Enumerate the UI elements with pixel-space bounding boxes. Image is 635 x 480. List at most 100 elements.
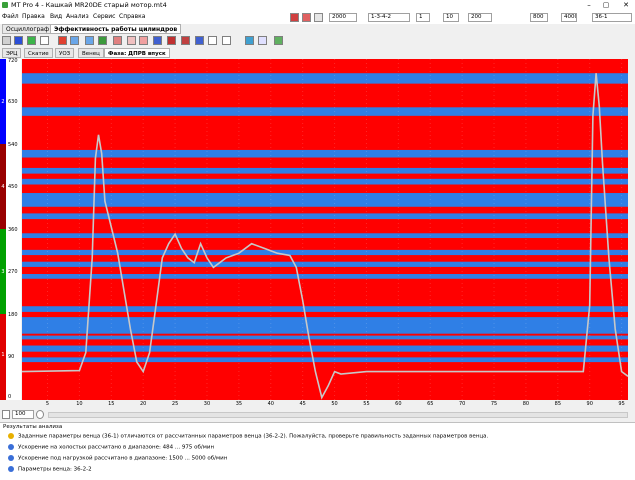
menu-file[interactable]: Файл (2, 13, 19, 20)
x-tick: 50 (331, 401, 338, 407)
zoom-out-tool-icon[interactable] (258, 36, 267, 45)
subtab-phase[interactable]: Фаза: ДПРВ впуск (104, 48, 170, 58)
cylinder-label-4: 4 (1, 184, 5, 190)
x-tick: 40 (267, 401, 274, 407)
cylinder-label-3: 3 (1, 269, 5, 275)
zoom-fit-icon[interactable] (2, 410, 10, 419)
tab-oscilloscope[interactable]: Осциллограф (2, 24, 54, 34)
subtab-ignition[interactable]: УОЗ (55, 48, 75, 58)
sub-tabs: ЭРЦ Скатие УОЗ Венец Фаза: ДПРВ впуск (0, 48, 635, 58)
view-tool-icon[interactable] (195, 36, 204, 45)
y-tick: 90 (8, 354, 15, 360)
x-tick: 55 (363, 401, 370, 407)
band (22, 306, 628, 312)
zoom-input[interactable]: 100 (12, 410, 34, 419)
value-select-1[interactable]: 1 (416, 13, 430, 22)
band (22, 213, 628, 220)
minimize-button[interactable]: – (583, 0, 595, 10)
phase-chart[interactable] (22, 59, 628, 400)
x-tick: 20 (140, 401, 147, 407)
record-icon[interactable] (290, 13, 299, 22)
stop-icon[interactable] (302, 13, 311, 22)
menu-service[interactable]: Сервис (93, 13, 115, 20)
pointer-tool-icon[interactable] (2, 36, 11, 45)
firing-order-select[interactable]: 1-3-4-2 (368, 13, 410, 22)
info-icon (8, 455, 14, 461)
results-panel: Результаты анализа Заданные параметры ве… (0, 422, 635, 480)
maximize-button[interactable]: ▢ (600, 0, 612, 10)
tab-cylinder-efficiency[interactable]: Эффективность работы цилиндров (50, 24, 182, 34)
x-tick: 85 (554, 401, 562, 407)
a-tool-icon[interactable] (27, 36, 36, 45)
info-icon (8, 444, 14, 450)
menu-view[interactable]: Вид (50, 13, 62, 20)
x-tick: 80 (522, 401, 530, 407)
cursor-tool-icon[interactable] (113, 36, 122, 45)
align-tool-icon[interactable] (85, 36, 94, 45)
grid-tool-icon[interactable] (70, 36, 79, 45)
band (22, 178, 628, 185)
band (22, 73, 628, 84)
main-tabs: Осциллограф Эффективность работы цилиндр… (0, 24, 635, 34)
measure-tool-icon[interactable] (139, 36, 148, 45)
bars2-tool-icon[interactable] (181, 36, 190, 45)
rpm-select[interactable]: 2000 (329, 13, 357, 22)
x-tick: 70 (458, 401, 466, 407)
band (22, 357, 628, 363)
x-tick: 45 (299, 401, 306, 407)
value-select-2[interactable]: 10 (443, 13, 459, 22)
y-tick: 180 (8, 312, 18, 318)
bars-tool-icon[interactable] (167, 36, 176, 45)
window-title: MT Pro 4 - Кашкай MR20DE старый мотор.mt… (11, 1, 167, 9)
export-tool-icon[interactable] (274, 36, 283, 45)
bold-tool-icon[interactable] (40, 36, 49, 45)
x-tick: 30 (203, 401, 211, 407)
window-tool-icon[interactable] (208, 36, 217, 45)
band (22, 107, 628, 116)
band (22, 193, 628, 207)
chart-tool-icon[interactable] (98, 36, 107, 45)
y-tick: 270 (8, 269, 18, 275)
zoom-add-icon[interactable] (36, 410, 44, 419)
x-tick: 95 (618, 401, 625, 407)
band (22, 167, 628, 174)
y-tick: 360 (8, 227, 18, 233)
value-select-3[interactable]: 200 (468, 13, 492, 22)
value-select-5[interactable]: 4000 (561, 13, 577, 22)
result-message: Ускорение на холостых рассчитано в диапа… (8, 444, 214, 451)
band (22, 317, 628, 334)
subtab-wheel[interactable]: Венец (78, 48, 104, 58)
close-button[interactable]: ✕ (620, 0, 632, 10)
x-tick: 60 (395, 401, 402, 407)
result-message: Параметры венца: 36-2-2 (8, 466, 92, 473)
marker-tool-icon[interactable] (127, 36, 136, 45)
y-tick: 0 (8, 394, 12, 400)
zoom-tool-icon[interactable] (245, 36, 254, 45)
result-text: Ускорение на холостых рассчитано в диапа… (18, 444, 215, 451)
lock-icon[interactable] (314, 13, 323, 22)
menu-edit[interactable]: Правка (22, 13, 45, 20)
sync-wheel-select[interactable]: 36-1 (592, 13, 632, 22)
menu-help[interactable]: Справка (119, 13, 145, 20)
layout-tool-icon[interactable] (14, 36, 23, 45)
value-select-4[interactable]: 800 (530, 13, 548, 22)
horizontal-scrollbar[interactable] (48, 412, 628, 418)
title-bar: MT Pro 4 - Кашкай MR20DE старый мотор.mt… (0, 0, 635, 10)
band (22, 274, 628, 279)
menu-analysis[interactable]: Анализ (66, 13, 89, 20)
warning-icon (8, 433, 14, 439)
toolbar (0, 34, 635, 47)
x-tick: 90 (586, 401, 593, 407)
result-message: Ускорение под нагрузкой рассчитано в диа… (8, 455, 227, 462)
result-text: Ускорение под нагрузкой рассчитано в диа… (18, 455, 228, 462)
results-title: Результаты анализа (3, 424, 63, 430)
color-tool-icon[interactable] (58, 36, 67, 45)
filter-tool-icon[interactable] (153, 36, 162, 45)
subtab-compression[interactable]: Скатие (24, 48, 53, 58)
x-tick: 75 (490, 401, 498, 407)
split-tool-icon[interactable] (222, 36, 231, 45)
y-tick: 630 (8, 99, 18, 105)
subtab-erc[interactable]: ЭРЦ (2, 48, 22, 58)
x-tick: 65 (427, 401, 434, 407)
x-tick: 10 (76, 401, 83, 407)
